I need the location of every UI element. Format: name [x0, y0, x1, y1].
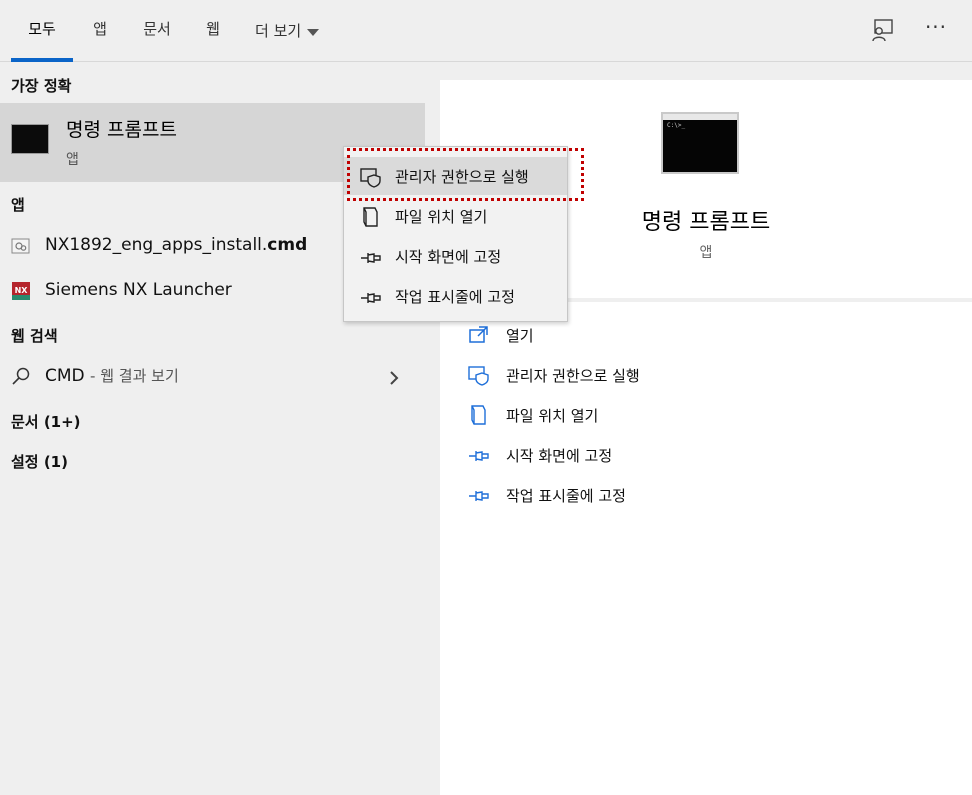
tab-apps[interactable]: 앱	[86, 0, 114, 62]
best-match-title: 명령 프롬프트	[66, 119, 177, 141]
best-match-subtitle: 앱	[66, 152, 79, 168]
search-tab-bar: 모두 앱 문서 웹 더 보기 ···	[0, 0, 972, 62]
tab-all[interactable]: 모두	[11, 0, 73, 62]
app-1-name: NX1892_eng_apps_install.cmd	[45, 235, 308, 255]
tab-more[interactable]: 더 보기	[255, 0, 333, 62]
cmd-file-icon	[11, 238, 30, 254]
open-icon	[469, 326, 488, 343]
chevron-right-icon[interactable]	[386, 369, 402, 387]
action-run-as-admin[interactable]: 관리자 권한으로 실행	[468, 362, 948, 390]
pin-icon	[361, 253, 381, 263]
documents-header[interactable]: 문서 (1+)	[11, 411, 81, 432]
action-pin-to-start[interactable]: 시작 화면에 고정	[468, 442, 948, 470]
context-pin-to-start[interactable]: 시작 화면에 고정	[344, 237, 567, 275]
tab-documents[interactable]: 문서	[137, 0, 177, 62]
tab-more-label: 더 보기	[255, 22, 302, 40]
search-icon	[12, 367, 30, 385]
action-open[interactable]: 열기	[468, 322, 948, 350]
preview-actions: 열기 관리자 권한으로 실행 파일 위치 열기 시작 화면에 고정 작업 표시줄…	[440, 302, 972, 795]
action-pin-to-taskbar[interactable]: 작업 표시줄에 고정	[468, 482, 948, 510]
feedback-icon[interactable]	[869, 17, 895, 43]
shield-icon	[360, 168, 381, 188]
context-open-file-location[interactable]: 파일 위치 열기	[344, 197, 567, 235]
apps-header: 앱	[11, 196, 25, 214]
tab-web[interactable]: 웹	[199, 0, 227, 62]
action-open-file-location[interactable]: 파일 위치 열기	[468, 402, 948, 430]
folder-icon	[363, 207, 378, 227]
settings-header[interactable]: 설정 (1)	[11, 451, 68, 472]
more-options-icon[interactable]: ···	[922, 12, 950, 42]
shield-icon	[468, 366, 489, 386]
pin-icon	[469, 451, 489, 461]
web-search-item[interactable]: CMD - 웹 결과 보기	[0, 357, 425, 397]
app-2-name: Siemens NX Launcher	[45, 280, 232, 300]
command-prompt-large-icon: C:\>_	[661, 112, 739, 174]
web-search-header: 웹 검색	[11, 327, 58, 345]
caret-down-icon	[307, 28, 320, 36]
web-search-text: CMD - 웹 결과 보기	[45, 366, 179, 386]
context-menu: 관리자 권한으로 실행 파일 위치 열기 시작 화면에 고정 작업 표시줄에 고…	[343, 146, 568, 322]
nx-icon: NX	[12, 282, 30, 300]
pin-icon	[469, 491, 489, 501]
folder-icon	[471, 405, 486, 425]
start-search-window: 모두 앱 문서 웹 더 보기 ··· 가장 정확 명령 프롬프트 앱 앱 NX1…	[0, 0, 972, 795]
context-pin-to-taskbar[interactable]: 작업 표시줄에 고정	[344, 277, 567, 315]
command-prompt-icon	[11, 124, 49, 154]
svg-text:NX: NX	[15, 286, 29, 295]
context-run-as-admin[interactable]: 관리자 권한으로 실행	[344, 157, 567, 195]
best-match-header: 가장 정확	[11, 77, 72, 95]
pin-icon	[361, 293, 381, 303]
